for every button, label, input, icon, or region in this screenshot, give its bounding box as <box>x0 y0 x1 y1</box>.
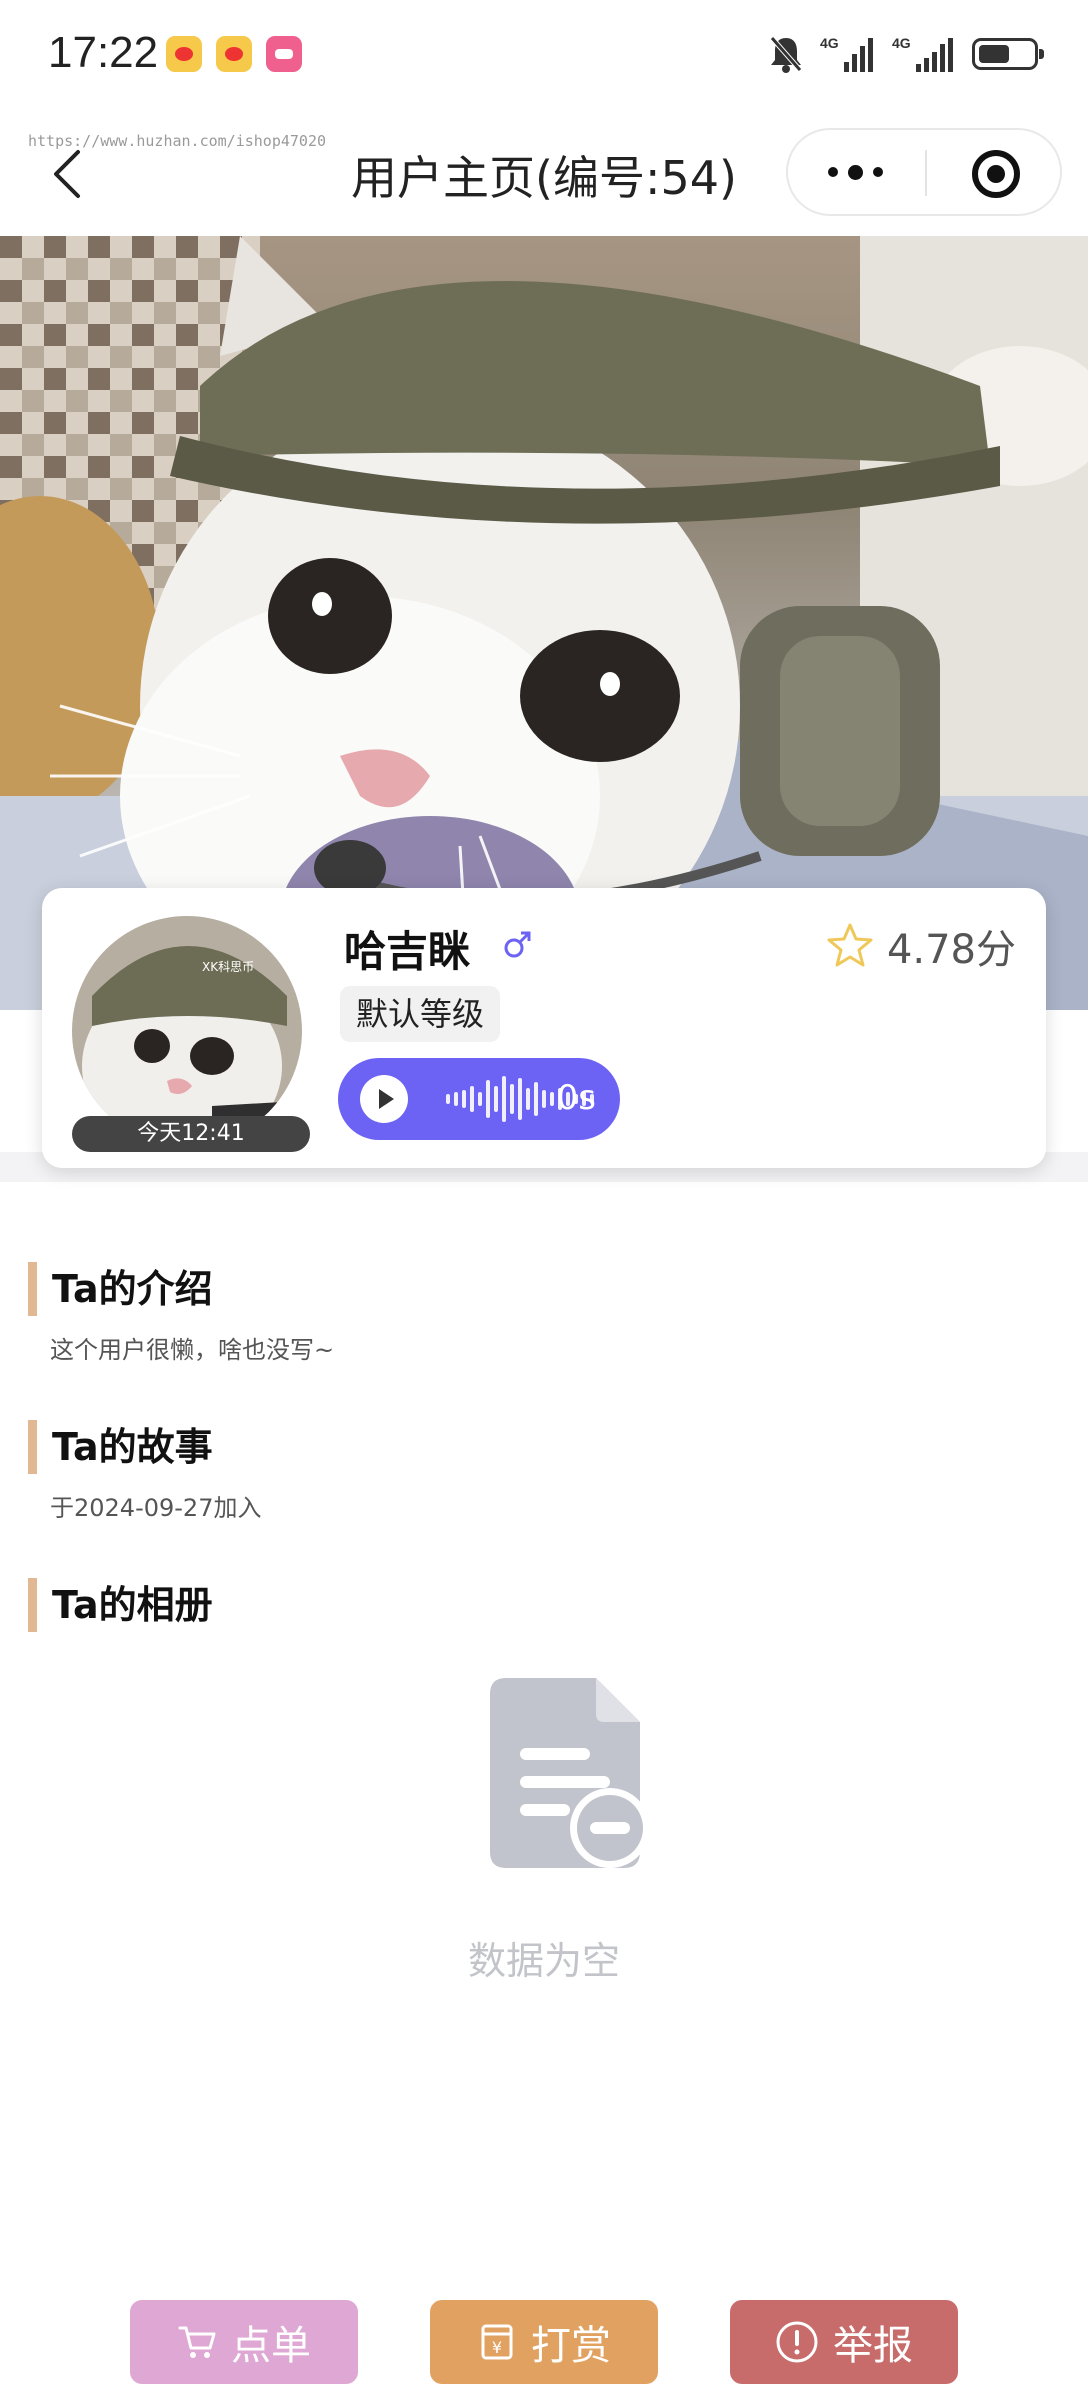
tip-label: 打赏 <box>531 2323 611 2369</box>
intro-text: 这个用户很懒，啥也没写~ <box>50 1336 335 1364</box>
empty-document-icon <box>486 1676 654 1870</box>
story-text: 于2024-09-27加入 <box>50 1494 262 1522</box>
svg-text:4G: 4G <box>892 35 911 51</box>
profile-card: XK科思币 今天12:41 哈吉眯 默认等级 4.78分 0s <box>42 888 1046 1168</box>
bilibili-icon <box>266 36 302 72</box>
album-heading: Ta的相册 <box>28 1578 213 1632</box>
svg-text:¥: ¥ <box>492 2338 502 2357</box>
chevron-left-icon <box>54 150 80 198</box>
order-button[interactable]: 点单 <box>130 2300 358 2384</box>
alert-icon <box>776 2321 818 2363</box>
weibo-icon <box>216 36 252 72</box>
male-icon <box>502 930 532 960</box>
back-button[interactable] <box>44 142 100 206</box>
empty-state-text: 数据为空 <box>467 1939 620 1983</box>
target-icon <box>972 150 1020 198</box>
user-name: 哈吉眯 <box>344 927 471 976</box>
last-active-badge: 今天12:41 <box>72 1116 310 1152</box>
report-label: 举报 <box>833 2323 913 2369</box>
avatar[interactable]: XK科思币 <box>72 916 302 1146</box>
cart-icon <box>178 2326 216 2358</box>
rating: 4.78分 <box>825 916 1016 976</box>
bell-off-icon <box>768 34 804 74</box>
signal-icon: 4G <box>820 34 876 74</box>
capsule-divider <box>925 150 927 196</box>
battery-icon <box>972 38 1044 70</box>
story-heading: Ta的故事 <box>28 1420 213 1474</box>
intro-heading: Ta的介绍 <box>28 1262 213 1316</box>
avatar-caption: XK科思币 <box>202 960 254 974</box>
mini-program-capsule <box>786 128 1062 216</box>
more-options-button[interactable] <box>788 130 924 214</box>
order-label: 点单 <box>231 2323 311 2369</box>
svg-text:4G: 4G <box>820 35 839 51</box>
voice-duration: 0s <box>556 1078 596 1118</box>
signal-icon: 4G <box>892 34 956 74</box>
report-button[interactable]: 举报 <box>730 2300 958 2384</box>
voice-intro-button[interactable]: 0s <box>338 1058 620 1140</box>
tip-button[interactable]: ¥ 打赏 <box>430 2300 658 2384</box>
status-time: 17:22 <box>48 28 159 77</box>
gift-yen-icon: ¥ <box>481 2324 513 2360</box>
system-icons: 4G 4G <box>768 30 1044 78</box>
status-bar: 17:22 4G 4G <box>0 0 1088 112</box>
weibo-icon <box>166 36 202 72</box>
level-badge: 默认等级 <box>340 986 501 1042</box>
play-icon <box>360 1075 408 1123</box>
rating-value: 4.78分 <box>886 927 1016 973</box>
nav-bar: https://www.huzhan.com/ishop47020 用户主页(编… <box>0 112 1088 236</box>
star-icon <box>827 923 873 967</box>
close-mini-program-button[interactable] <box>928 130 1060 214</box>
